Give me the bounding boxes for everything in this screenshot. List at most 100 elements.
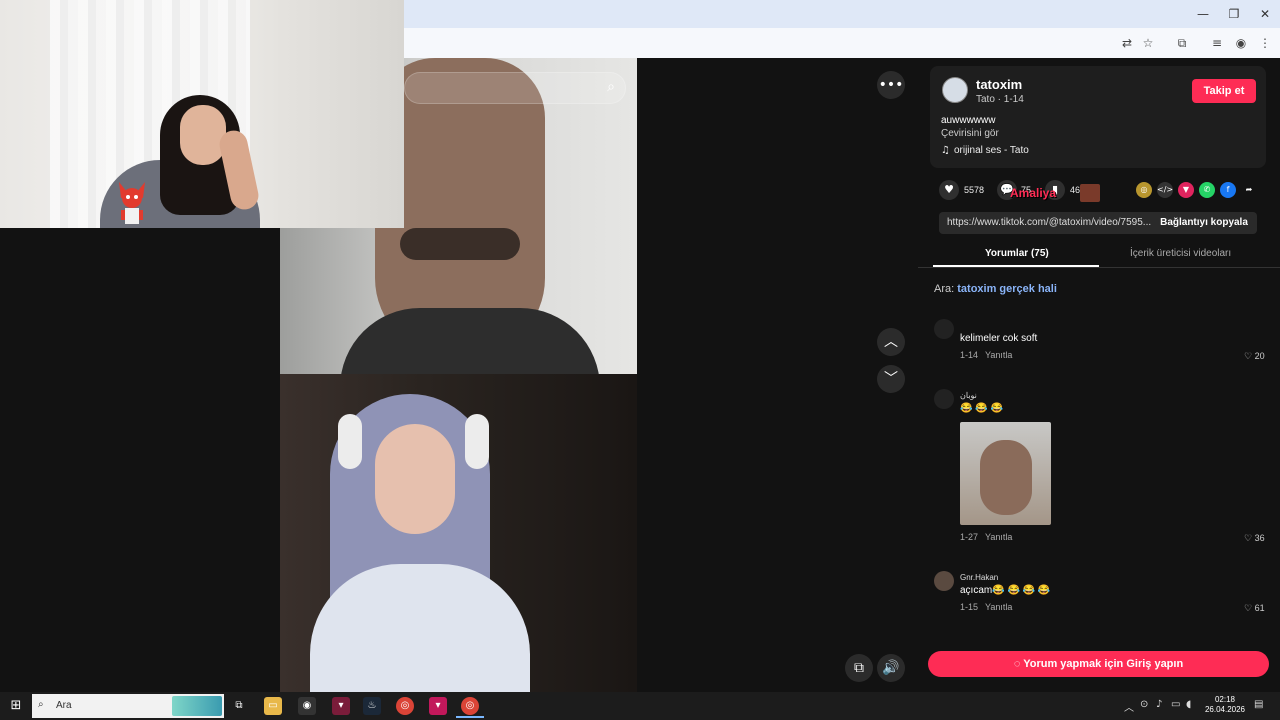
music-note-icon: ♫ <box>941 145 950 156</box>
speaker-icon[interactable]: ◖ <box>1186 699 1191 710</box>
avatar[interactable] <box>942 77 968 103</box>
comment-author[interactable]: نوبان <box>960 391 977 400</box>
webcam-overlay <box>0 0 404 228</box>
app-icon-2[interactable]: ▾ <box>429 697 447 715</box>
headphone-left <box>338 414 362 469</box>
like-icon[interactable]: ♥ <box>939 180 959 200</box>
search-suggestion[interactable]: Ara: tatoxim gerçek hali <box>934 283 1057 295</box>
clock[interactable]: 02:18 26.04.2026 <box>1200 695 1250 715</box>
save-count: 46 <box>1070 185 1081 195</box>
chrome-icon[interactable]: ◎ <box>396 697 414 715</box>
previous-video-icon[interactable]: ︿ <box>877 328 905 356</box>
chrome-active-icon[interactable]: ◎ <box>461 697 479 715</box>
translate-icon[interactable]: ⇄ <box>1118 34 1136 52</box>
taskbar-search-icon: ⌕ <box>38 699 44 710</box>
search-icon[interactable]: ⌕ <box>607 79 615 95</box>
notification-icon[interactable]: ▤ <box>1254 699 1263 710</box>
girl-body <box>310 564 530 692</box>
menu-dots-icon[interactable]: ⋮ <box>1256 34 1274 52</box>
profile-icon[interactable]: ◉ <box>1232 34 1250 52</box>
comment-like-count: 61 <box>1254 603 1265 613</box>
comment-image[interactable] <box>960 422 1051 525</box>
whatsapp-icon[interactable]: ✆ <box>1199 182 1215 198</box>
video-frame-bottom <box>280 374 637 692</box>
comment-like-count: 20 <box>1254 351 1265 361</box>
volume-icon[interactable]: 🔊 <box>877 654 905 682</box>
tray-chevron-icon[interactable]: ︿ <box>1124 699 1134 714</box>
overlay-name: Amaliya <box>1010 186 1057 200</box>
comment-avatar[interactable] <box>934 571 954 591</box>
tiktok-search-input[interactable]: ⌕ <box>404 72 626 104</box>
mustache <box>400 228 520 260</box>
file-explorer-icon[interactable]: ▭ <box>264 697 282 715</box>
comment-date: 1-14 <box>960 350 979 360</box>
page-background <box>0 228 280 692</box>
username[interactable]: tatoxim <box>976 77 1022 92</box>
reply-button[interactable]: Yanıtla <box>985 532 1012 542</box>
reply-button[interactable]: Yanıtla <box>985 602 1012 612</box>
search-highlight-image <box>172 696 222 716</box>
tab-comments[interactable]: Yorumlar (75) <box>985 248 1049 259</box>
overlay-thumbnail <box>1080 184 1100 202</box>
extensions-icon[interactable]: ⧉ <box>1173 34 1191 52</box>
more-options-icon[interactable]: ••• <box>877 71 905 99</box>
tab-creator-videos[interactable]: İçerik üreticisi videoları <box>1130 248 1231 259</box>
heart-icon: ♡ <box>1244 603 1253 613</box>
send-icon[interactable]: ▼ <box>1178 182 1194 198</box>
restore-icon[interactable]: ❐ <box>1219 4 1249 24</box>
comment-avatar[interactable] <box>934 389 954 409</box>
comment-date: 1-27 <box>960 532 979 542</box>
sound-label: orijinal ses - Tato <box>953 145 1029 156</box>
comment-bubble-icon: ◌ <box>1013 658 1021 670</box>
close-icon[interactable]: ✕ <box>1250 4 1280 24</box>
reply-button[interactable]: Yanıtla <box>985 350 1012 360</box>
comment-text: 😂 😂 😂 <box>960 403 1003 414</box>
bookmark-star-icon[interactable]: ☆ <box>1139 34 1157 52</box>
tab-divider <box>918 267 1280 268</box>
user-subtitle: Tato · 1-14 <box>976 94 1024 105</box>
obs-icon[interactable]: ◉ <box>298 697 316 715</box>
clock-date: 26.04.2026 <box>1204 705 1246 714</box>
comment-date: 1-15 <box>960 602 979 612</box>
comment-image-face <box>980 440 1032 515</box>
comment-author[interactable]: Gnr.Hakan <box>960 573 998 582</box>
comment-avatar[interactable] <box>934 319 954 339</box>
headphone-right <box>465 414 489 469</box>
microphone-icon[interactable]: ♪ <box>1156 699 1162 710</box>
floating-player-icon[interactable]: ⧉ <box>845 654 873 682</box>
facebook-icon[interactable]: f <box>1220 182 1236 198</box>
taskbar-search-label: Ara <box>56 700 72 711</box>
video-description: auwwwwww <box>941 115 996 126</box>
sound-link[interactable]: ♫ orijinal ses - Tato <box>941 145 1029 156</box>
steam-icon[interactable]: ♨ <box>363 697 381 715</box>
media-icon[interactable]: ≡ <box>1208 34 1226 52</box>
comment-like[interactable]: ♡ 36 <box>1244 533 1265 544</box>
login-label: Yorum yapmak için Giriş yapın <box>1023 658 1184 670</box>
app-icon[interactable]: ▾ <box>332 697 350 715</box>
search-prefix: Ara: <box>934 283 955 295</box>
task-view-icon[interactable]: ⧉ <box>230 697 248 715</box>
active-app-indicator <box>456 716 484 718</box>
clock-time: 02:18 <box>1214 695 1236 704</box>
minimize-icon[interactable]: — <box>1188 4 1218 24</box>
share-icon[interactable]: ➦ <box>1241 182 1257 198</box>
login-to-comment-button[interactable]: ◌ Yorum yapmak için Giriş yapın <box>928 651 1269 677</box>
comment-text: kelimeler cok soft <box>960 333 1038 344</box>
copy-link-button[interactable]: Bağlantıyı kopyala <box>1151 212 1257 234</box>
share-url-field[interactable]: https://www.tiktok.com/@tatoxim/video/75… <box>939 212 1151 234</box>
heart-icon: ♡ <box>1244 533 1253 543</box>
streamer-face <box>180 105 226 165</box>
follow-button[interactable]: Takip et <box>1192 79 1256 103</box>
comment-like[interactable]: ♡ 61 <box>1244 603 1265 614</box>
coin-icon[interactable]: ◎ <box>1136 182 1152 198</box>
next-video-icon[interactable]: ﹀ <box>877 365 905 393</box>
comment-like[interactable]: ♡ 20 <box>1244 351 1265 362</box>
translate-link[interactable]: Çevirisini gör <box>941 128 999 139</box>
tray-app-icon[interactable]: ⊙ <box>1140 699 1148 710</box>
heart-icon: ♡ <box>1244 351 1253 361</box>
search-query: tatoxim gerçek hali <box>957 283 1057 295</box>
embed-icon[interactable]: </> <box>1157 182 1173 198</box>
network-icon[interactable]: ▭ <box>1171 699 1180 710</box>
windows-start-icon[interactable]: ⊞ <box>7 697 25 715</box>
girl-face <box>375 424 455 534</box>
